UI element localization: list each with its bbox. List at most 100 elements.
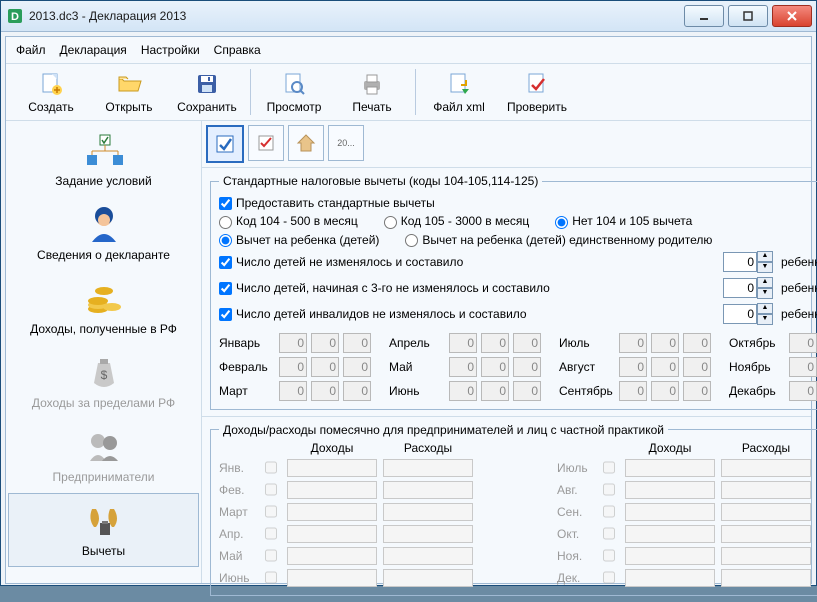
child-single-radio-label[interactable]: Вычет на ребенка (детей) единственному р… — [405, 233, 712, 247]
child-deduct-radio[interactable] — [219, 234, 232, 247]
no104105-radio[interactable] — [555, 216, 568, 229]
toolbar-check[interactable]: Проверить — [498, 68, 576, 116]
floppy-icon — [193, 70, 221, 98]
ent-month-checkbox — [603, 461, 615, 474]
ent-month-checkbox — [265, 483, 277, 496]
toolbar-xml[interactable]: Файл xml — [420, 68, 498, 116]
sidebar-label: Доходы за пределами РФ — [32, 396, 175, 410]
ent-income-input — [287, 503, 377, 521]
tab-standard[interactable] — [206, 125, 244, 163]
children-from3-label[interactable]: Число детей, начиная с 3-го не изменялос… — [219, 281, 550, 295]
ent-expense-input — [721, 569, 811, 587]
month-label: Сентябрь — [559, 384, 615, 398]
menu-file[interactable]: Файл — [16, 43, 46, 57]
children-from3-spin[interactable]: ▲▼ — [723, 277, 773, 299]
ent-month-checkbox — [603, 527, 615, 540]
spin-down[interactable]: ▼ — [757, 314, 773, 325]
svg-text:$: $ — [100, 368, 107, 382]
tab-year[interactable]: 20... — [328, 125, 364, 161]
ent-month-label: Фев. — [219, 483, 259, 497]
month-input — [279, 381, 307, 401]
spin-up[interactable]: ▲ — [757, 277, 773, 288]
spin-up[interactable]: ▲ — [757, 251, 773, 262]
printer-icon — [358, 70, 386, 98]
spin-down[interactable]: ▼ — [757, 288, 773, 299]
menu-settings[interactable]: Настройки — [141, 43, 200, 57]
deductions-icon — [82, 502, 126, 540]
ent-income-input — [625, 481, 715, 499]
month-input — [789, 333, 817, 353]
tab-property[interactable] — [288, 125, 324, 161]
code104-radio-label[interactable]: Код 104 - 500 в месяц — [219, 214, 358, 228]
provide-standard-checkbox-label[interactable]: Предоставить стандартные вычеты — [219, 196, 435, 210]
sidebar-label: Сведения о декларанте — [37, 248, 170, 262]
ent-month-label: Апр. — [219, 527, 259, 541]
close-button[interactable] — [772, 5, 812, 27]
month-input — [789, 357, 817, 377]
month-label: Июль — [559, 336, 615, 350]
children-stable-checkbox[interactable] — [219, 256, 232, 269]
ent-month-label: Сен. — [557, 505, 597, 519]
code104-radio[interactable] — [219, 216, 232, 229]
month-input — [619, 357, 647, 377]
month-input — [481, 333, 509, 353]
children-from3-checkbox[interactable] — [219, 282, 232, 295]
menu-declaration[interactable]: Декларация — [60, 43, 127, 57]
child-single-radio[interactable] — [405, 234, 418, 247]
sidebar-item-deductions[interactable]: Вычеты — [8, 493, 199, 567]
tab-social[interactable] — [248, 125, 284, 161]
toolbar-print[interactable]: Печать — [333, 68, 411, 116]
children-invalid-input[interactable] — [723, 304, 757, 324]
months-grid: Январь Апрель Июль Октябрь Февраль Май А… — [219, 333, 817, 401]
month-input — [683, 357, 711, 377]
code105-radio[interactable] — [384, 216, 397, 229]
tab-year-label: 20... — [337, 138, 355, 148]
sidebar-label: Вычеты — [82, 544, 125, 558]
provide-standard-checkbox[interactable] — [219, 197, 232, 210]
ent-expense-input — [383, 569, 473, 587]
ent-expense-input — [383, 481, 473, 499]
toolbar-preview[interactable]: Просмотр — [255, 68, 333, 116]
toolbar-open[interactable]: Открыть — [90, 68, 168, 116]
check-file-icon — [523, 70, 551, 98]
children-stable-input[interactable] — [723, 252, 757, 272]
menu-help[interactable]: Справка — [214, 43, 261, 57]
month-input — [683, 381, 711, 401]
code105-radio-label[interactable]: Код 105 - 3000 в месяц — [384, 214, 529, 228]
coins-icon — [84, 280, 124, 318]
app-window: D 2013.dc3 - Декларация 2013 Файл Деклар… — [0, 0, 817, 586]
toolbar-open-label: Открыть — [105, 100, 152, 114]
toolbar-create[interactable]: Создать — [12, 68, 90, 116]
ent-month-label: Июль — [557, 461, 597, 475]
window-buttons — [684, 5, 812, 27]
ent-expense-input — [721, 459, 811, 477]
children-invalid-checkbox[interactable] — [219, 308, 232, 321]
month-input — [513, 333, 541, 353]
sidebar-item-income-rf[interactable]: Доходы, полученные в РФ — [8, 271, 199, 345]
ent-month-checkbox — [603, 505, 615, 518]
minimize-button[interactable] — [684, 5, 724, 27]
children-stable-spin[interactable]: ▲▼ — [723, 251, 773, 273]
spin-down[interactable]: ▼ — [757, 262, 773, 273]
ent-month-label: Окт. — [557, 527, 597, 541]
ent-income-input — [625, 569, 715, 587]
children-invalid-spin[interactable]: ▲▼ — [723, 303, 773, 325]
money-bag-icon: $ — [86, 354, 122, 392]
ent-month-checkbox — [265, 505, 277, 518]
ent-income-input — [287, 569, 377, 587]
no104105-radio-label[interactable]: Нет 104 и 105 вычета — [555, 214, 692, 228]
month-label: Апрель — [389, 336, 445, 350]
deduction-tabs: 20... — [202, 121, 811, 168]
spin-up[interactable]: ▲ — [757, 303, 773, 314]
maximize-button[interactable] — [728, 5, 768, 27]
toolbar-save[interactable]: Сохранить — [168, 68, 246, 116]
children-from3-input[interactable] — [723, 278, 757, 298]
child-deduct-radio-label[interactable]: Вычет на ребенка (детей) — [219, 233, 379, 247]
children-stable-label[interactable]: Число детей не изменялось и составило — [219, 255, 463, 269]
month-label: Май — [389, 360, 445, 374]
children-invalid-label[interactable]: Число детей инвалидов не изменялось и со… — [219, 307, 527, 321]
month-label: Июнь — [389, 384, 445, 398]
sidebar-item-declarant[interactable]: Сведения о декларанте — [8, 197, 199, 271]
sidebar-item-conditions[interactable]: Задание условий — [8, 123, 199, 197]
title-bar: D 2013.dc3 - Декларация 2013 — [1, 1, 816, 32]
